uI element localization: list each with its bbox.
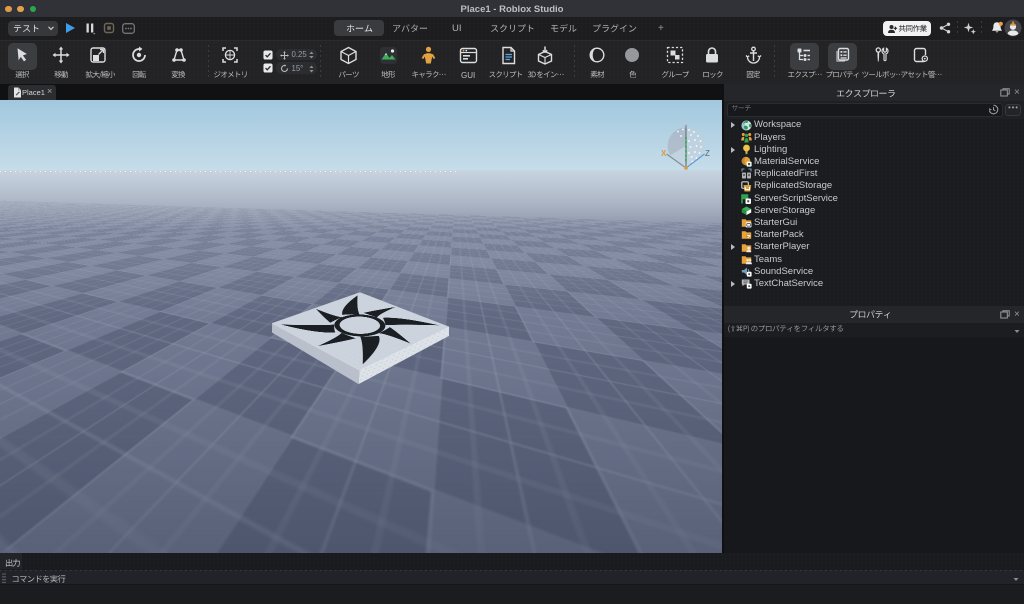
svg-text:X: X — [661, 149, 667, 158]
svg-text:Z: Z — [705, 149, 710, 158]
